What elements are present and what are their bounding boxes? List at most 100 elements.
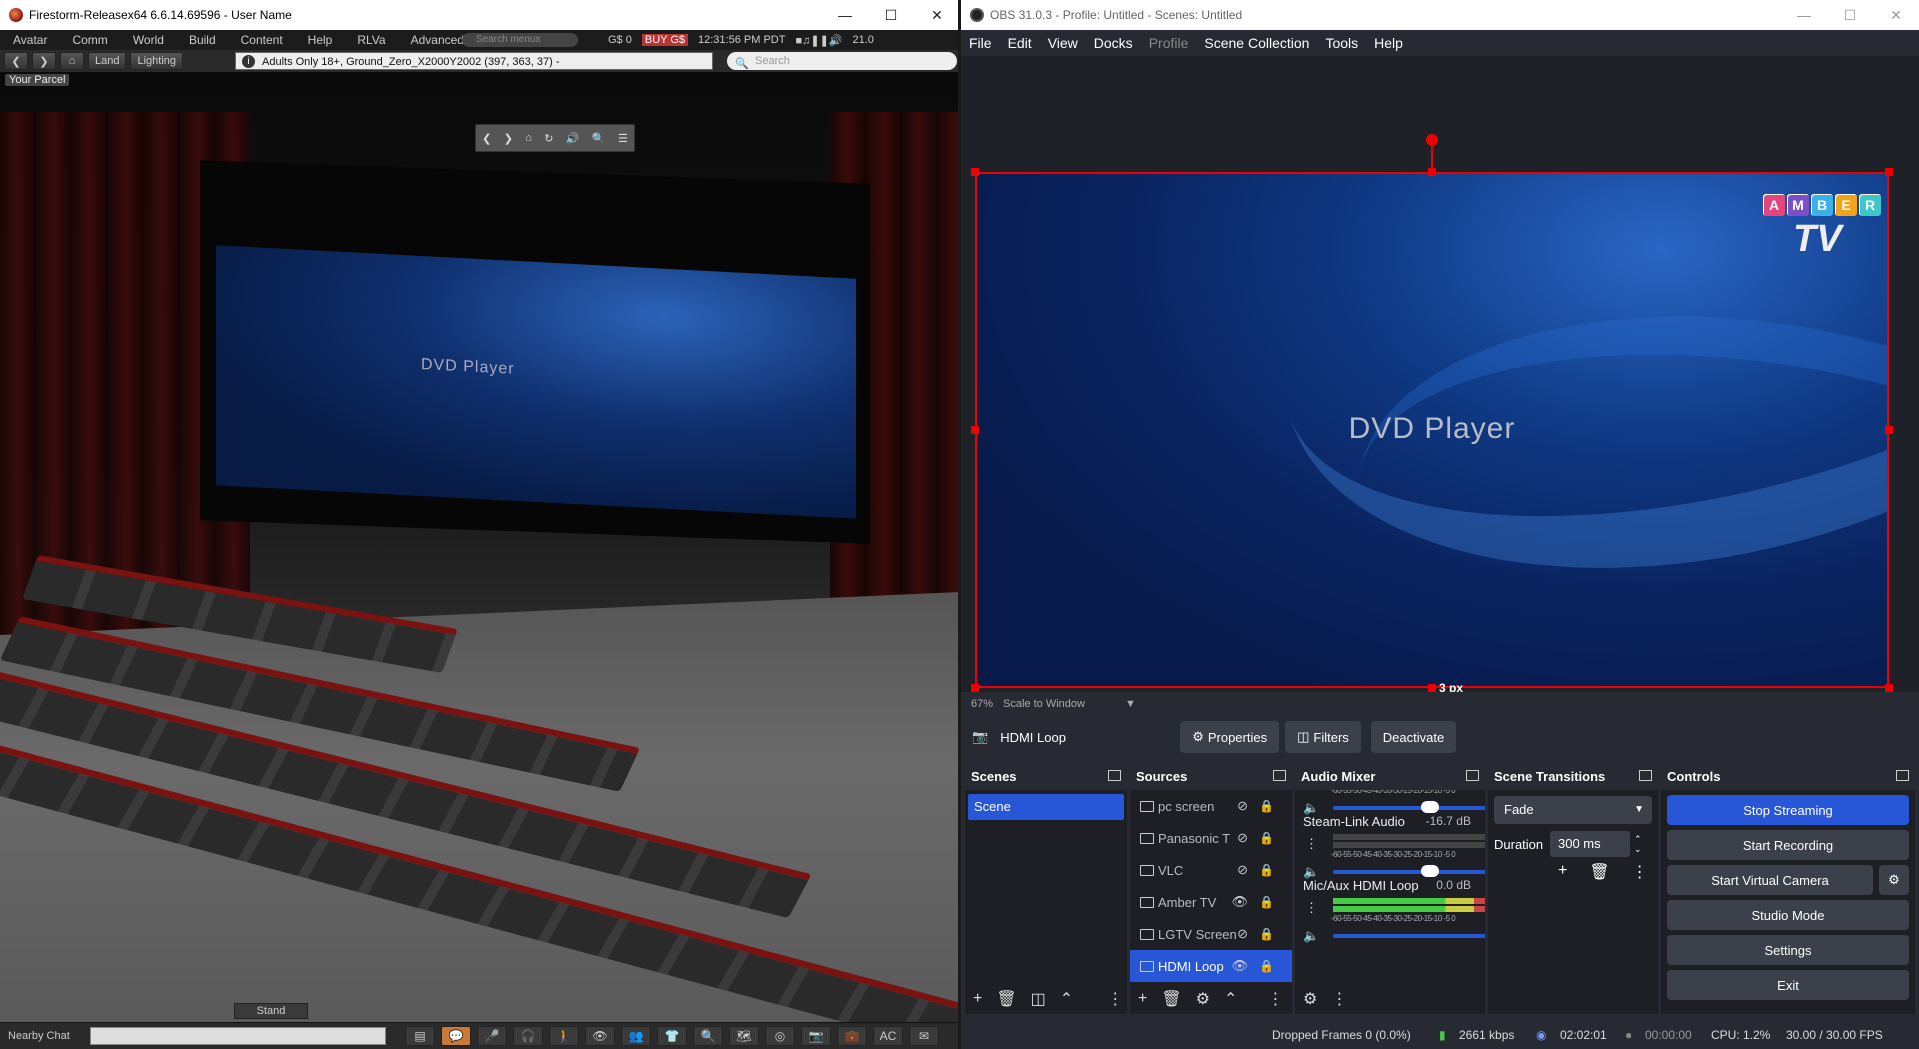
ao-button[interactable]: AC	[873, 1026, 903, 1046]
world-viewport[interactable]: DVD Player	[0, 72, 960, 1022]
lock-icon[interactable]: 🔒	[1259, 799, 1274, 813]
transition-select[interactable]: Fade ▼	[1494, 796, 1652, 824]
eye-icon[interactable]: 👁	[1231, 958, 1248, 974]
minimize-button[interactable]: —	[1781, 0, 1827, 30]
media-prim-controls[interactable]: ❮ ❯ ⌂ ↻ 🔊 🔍 ☰	[475, 124, 635, 152]
view-icon[interactable]: 👁	[585, 1026, 615, 1046]
scene-item[interactable]: Scene	[968, 794, 1124, 820]
gestures-icon[interactable]: ▤	[405, 1026, 435, 1046]
resize-handle-t[interactable]	[1428, 168, 1436, 176]
more-options-icon[interactable]: ⋮	[1267, 989, 1283, 1009]
remove-scene-icon[interactable]: 🗑	[996, 989, 1016, 1009]
resize-handle-l[interactable]	[971, 426, 979, 434]
add-scene-icon[interactable]: +	[973, 990, 982, 1008]
duration-stepper[interactable]: ⌃ ⌄	[1634, 834, 1642, 854]
lock-icon[interactable]: 🔒	[1259, 863, 1274, 877]
undock-icon[interactable]	[1896, 770, 1909, 781]
close-button[interactable]: ✕	[914, 0, 960, 30]
volume-slider[interactable]	[1333, 934, 1485, 938]
menu-view[interactable]: View	[1040, 35, 1086, 51]
info-icon[interactable]: i	[242, 55, 255, 68]
menu-build[interactable]: Build	[176, 33, 228, 47]
zoom-dropdown-icon[interactable]: ▼	[1125, 698, 1136, 710]
filters-button[interactable]: ◫ Filters	[1285, 721, 1361, 753]
maximize-button[interactable]: ☐	[1827, 0, 1873, 30]
more-options-icon[interactable]: ⋮	[1107, 989, 1123, 1009]
media-reload-icon[interactable]: ↻	[544, 132, 553, 145]
maximize-button[interactable]: ☐	[868, 0, 914, 30]
media-home-icon[interactable]: ⌂	[525, 132, 532, 144]
menu-rlva[interactable]: RLVa	[344, 33, 397, 47]
snapshot-icon[interactable]: 📷	[801, 1026, 831, 1046]
firestorm-titlebar[interactable]: Firestorm-Releasex64 6.6.14.69596 - User…	[0, 0, 960, 30]
eye-off-icon[interactable]: ⊘	[1237, 926, 1248, 942]
menu-tools[interactable]: Tools	[1317, 35, 1366, 51]
add-source-icon[interactable]: +	[1138, 990, 1147, 1008]
help-icon[interactable]: ✉	[909, 1026, 939, 1046]
source-item[interactable]: VLC ⊘ 🔒	[1130, 854, 1292, 886]
menu-file[interactable]: File	[961, 35, 1000, 51]
source-item[interactable]: Panasonic T ⊘ 🔒	[1130, 822, 1292, 854]
undock-icon[interactable]	[1639, 770, 1652, 781]
back-button[interactable]: ❮	[4, 52, 28, 70]
inventory-icon[interactable]: 💼	[837, 1026, 867, 1046]
add-transition-icon[interactable]: +	[1558, 862, 1567, 882]
land-button[interactable]: Land	[88, 52, 127, 70]
location-bar[interactable]: i Adults Only 18+, Ground_Zero_X2000Y200…	[235, 52, 713, 70]
people-icon[interactable]: 👥	[621, 1026, 651, 1046]
resize-handle-r[interactable]	[1885, 426, 1893, 434]
undock-icon[interactable]	[1466, 770, 1479, 781]
stand-button[interactable]: Stand	[234, 1003, 308, 1019]
media-forward-icon[interactable]: ❯	[504, 132, 513, 145]
lock-icon[interactable]: 🔒	[1259, 927, 1274, 941]
channel-menu-icon[interactable]: ⋮	[1305, 836, 1318, 852]
remove-transition-icon[interactable]: 🗑	[1589, 862, 1609, 882]
headphones-icon[interactable]: 🎧	[513, 1026, 543, 1046]
scene-filters-icon[interactable]: ◫	[1031, 989, 1046, 1009]
menu-scene-collection[interactable]: Scene Collection	[1196, 35, 1317, 51]
forward-button[interactable]: ❯	[32, 52, 56, 70]
rotation-handle[interactable]	[1426, 134, 1438, 146]
source-item[interactable]: LGTV Screen ⊘ 🔒	[1130, 918, 1292, 950]
eye-off-icon[interactable]: ⊘	[1237, 862, 1248, 878]
menu-search-input[interactable]: Search menus	[462, 33, 578, 47]
theater-screen[interactable]: DVD Player	[216, 245, 856, 519]
source-item[interactable]: Amber TV 👁 🔒	[1130, 886, 1292, 918]
transition-menu-icon[interactable]: ⋮	[1632, 862, 1648, 882]
undock-icon[interactable]	[1108, 770, 1121, 781]
source-item[interactable]: HDMI Loop 👁 🔒	[1130, 950, 1292, 982]
media-controls-icon[interactable]: ■♫❚❚🔊	[795, 34, 842, 47]
search-input[interactable]: 🔍 Search	[727, 52, 957, 70]
eye-off-icon[interactable]: ⊘	[1237, 798, 1248, 814]
media-zoom-icon[interactable]: 🔍	[592, 132, 606, 145]
media-menu-icon[interactable]: ☰	[618, 132, 628, 145]
speaker-icon[interactable]: 🔈	[1303, 928, 1319, 944]
menu-profile[interactable]: Profile	[1141, 35, 1197, 51]
zoom-level[interactable]: 67%	[971, 698, 993, 710]
studio-mode-button[interactable]: Studio Mode	[1667, 900, 1909, 930]
menu-content[interactable]: Content	[228, 33, 295, 47]
more-options-icon[interactable]: ⋮	[1331, 989, 1347, 1009]
obs-titlebar[interactable]: OBS 31.0.3 - Profile: Untitled - Scenes:…	[961, 0, 1919, 30]
map-icon[interactable]: 🗺	[729, 1026, 759, 1046]
deactivate-button[interactable]: Deactivate	[1370, 721, 1457, 753]
menu-edit[interactable]: Edit	[1000, 35, 1040, 51]
media-back-icon[interactable]: ❮	[482, 132, 491, 145]
appearance-icon[interactable]: 👕	[657, 1026, 687, 1046]
move-up-icon[interactable]: ⌃	[1060, 989, 1073, 1009]
lock-icon[interactable]: 🔒	[1259, 895, 1274, 909]
resize-handle-tl[interactable]	[971, 168, 979, 176]
minimize-button[interactable]: —	[822, 0, 868, 30]
buy-currency-button[interactable]: BUY G$	[641, 34, 689, 46]
exit-button[interactable]: Exit	[1667, 970, 1909, 1000]
lighting-button[interactable]: Lighting	[130, 52, 184, 70]
voice-icon[interactable]: 🎤	[477, 1026, 507, 1046]
menu-docks[interactable]: Docks	[1086, 35, 1141, 51]
source-item[interactable]: pc screen ⊘ 🔒	[1130, 790, 1292, 822]
walk-icon[interactable]: 🚶	[549, 1026, 579, 1046]
eye-icon[interactable]: 👁	[1231, 894, 1248, 910]
lock-icon[interactable]: 🔒	[1259, 831, 1274, 845]
stop-streaming-button[interactable]: Stop Streaming	[1667, 795, 1909, 825]
media-volume-icon[interactable]: 🔊	[566, 132, 580, 145]
start-recording-button[interactable]: Start Recording	[1667, 830, 1909, 860]
